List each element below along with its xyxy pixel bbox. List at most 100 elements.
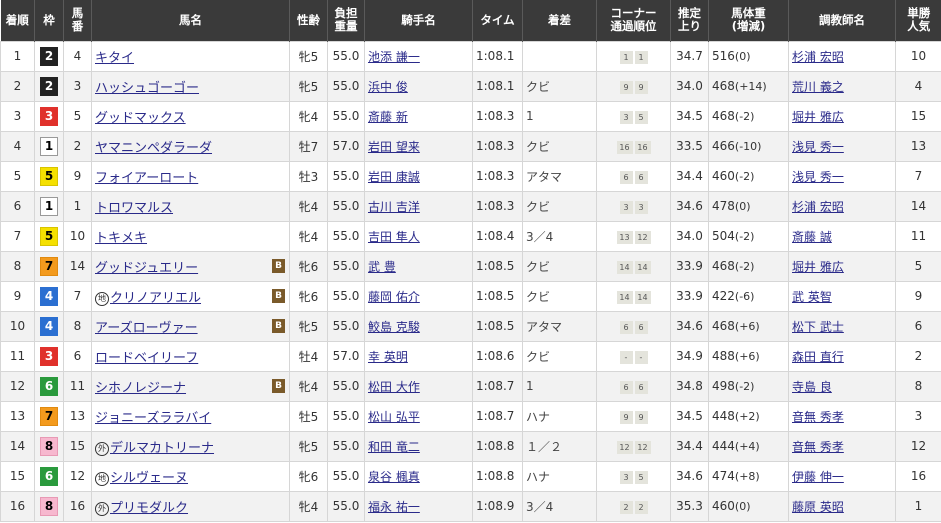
corner-position: 9 xyxy=(619,410,633,424)
ninki-cell: 10 xyxy=(895,40,941,72)
trainer-link[interactable]: 杉浦 宏昭 xyxy=(792,200,844,214)
corner-position: 3 xyxy=(634,200,648,214)
trainer-link[interactable]: 藤原 英昭 xyxy=(792,500,844,514)
trainer-link[interactable]: 堀井 雅広 xyxy=(792,260,844,274)
jockey-link[interactable]: 松山 弘平 xyxy=(368,410,420,424)
horse-name-cell: ロードベイリーフ xyxy=(91,340,290,372)
corner-position: - xyxy=(634,350,648,364)
horse-name-link[interactable]: デルマカトリーナ xyxy=(110,441,214,456)
sex-age-cell: 牝6 xyxy=(289,250,328,282)
jockey-link[interactable]: 岩田 康誠 xyxy=(368,170,420,184)
agari-cell: 34.0 xyxy=(670,220,709,252)
jockey-link[interactable]: 泉谷 楓真 xyxy=(368,470,420,484)
horse-name-link[interactable]: クリノアリエル xyxy=(110,291,201,306)
corner-cell: 12 12 xyxy=(596,430,671,462)
horse-name-link[interactable]: プリモダルク xyxy=(110,501,188,516)
trainer-link[interactable]: 武 英智 xyxy=(792,290,832,304)
jockey-link[interactable]: 福永 祐一 xyxy=(368,500,420,514)
trainer-link[interactable]: 音無 秀孝 xyxy=(792,440,844,454)
horse-name-link[interactable]: グッドジュエリー xyxy=(95,261,198,276)
trainer-link[interactable]: 森田 直行 xyxy=(792,350,844,364)
horse-name-link[interactable]: トキメキ xyxy=(95,231,147,246)
trainer-link[interactable]: 浅見 秀一 xyxy=(792,140,844,154)
weight-cell: 55.0 xyxy=(327,460,365,492)
trainer-link[interactable]: 斎藤 誠 xyxy=(792,230,832,244)
horse-name-cell: グッドマックス xyxy=(91,100,290,132)
jockey-cell: 和田 竜二 xyxy=(364,430,473,462)
table-row: 15 6 12 地シルヴェーヌ 牝6 55.0 泉谷 楓真 1:08.8 ハナ 3 5 34.6 474… xyxy=(0,460,941,492)
weight-cell: 55.0 xyxy=(327,100,365,132)
jockey-link[interactable]: 幸 英明 xyxy=(368,350,408,364)
agari-cell: 34.8 xyxy=(670,370,709,402)
header-ninki[interactable]: 単勝 人気 xyxy=(895,0,941,41)
header-time[interactable]: タイム xyxy=(472,0,523,41)
trainer-link[interactable]: 伊藤 伸一 xyxy=(792,470,844,484)
trainer-link[interactable]: 寺島 良 xyxy=(792,380,832,394)
trainer-link[interactable]: 松下 武士 xyxy=(792,320,844,334)
horse-name-link[interactable]: アーズローヴァー xyxy=(95,321,198,336)
header-sex-age[interactable]: 性齢 xyxy=(289,0,328,41)
origin-mark-icon: 外 xyxy=(95,441,109,456)
trainer-link[interactable]: 音無 秀孝 xyxy=(792,410,844,424)
horse-name-link[interactable]: トロワマルス xyxy=(95,201,173,216)
table-row: 12 6 11 シホノレジーナ B 牝4 55.0 松田 大作 1:08.7 1 6 6 34.8 498… xyxy=(0,370,941,402)
blinker-icon: B xyxy=(272,258,285,273)
trainer-link[interactable]: 杉浦 宏昭 xyxy=(792,50,844,64)
body-weight-cell: 422(-6) xyxy=(708,280,789,312)
trainer-link[interactable]: 浅見 秀一 xyxy=(792,170,844,184)
horse-name-link[interactable]: シホノレジーナ xyxy=(95,381,186,396)
table-row: 4 1 2 ヤマニンペダラーダ 牡7 57.0 岩田 望来 1:08.3 クビ 16 16 33.5 4… xyxy=(0,130,941,162)
horse-name-cell: 地シルヴェーヌ xyxy=(91,460,290,492)
header-horse-name[interactable]: 馬名 xyxy=(91,0,290,41)
rank-cell: 7 xyxy=(0,220,35,252)
jockey-link[interactable]: 松田 大作 xyxy=(368,380,420,394)
horse-name-link[interactable]: フォイアーロート xyxy=(95,171,198,186)
header-waku[interactable]: 枠 xyxy=(34,0,64,41)
blinker-icon: B xyxy=(272,288,285,303)
horse-name-link[interactable]: ロードベイリーフ xyxy=(95,351,198,366)
agari-cell: 34.5 xyxy=(670,400,709,432)
horse-name-link[interactable]: ジョニーズララバイ xyxy=(95,411,211,426)
agari-cell: 34.9 xyxy=(670,340,709,372)
horse-name-link[interactable]: ヤマニンペダラーダ xyxy=(95,141,212,156)
umaban-cell: 8 xyxy=(63,310,92,342)
jockey-link[interactable]: 鮫島 克駿 xyxy=(368,320,420,334)
header-trainer[interactable]: 調教師名 xyxy=(788,0,896,41)
horse-name-link[interactable]: シルヴェーヌ xyxy=(110,471,188,486)
jockey-link[interactable]: 池添 謙一 xyxy=(368,50,420,64)
header-body-weight[interactable]: 馬体重 (増減) xyxy=(708,0,789,41)
header-rank[interactable]: 着順 xyxy=(0,0,35,41)
jockey-link[interactable]: 浜中 俊 xyxy=(368,80,408,94)
header-corner[interactable]: コーナー 通過順位 xyxy=(596,0,671,41)
header-jockey[interactable]: 騎手名 xyxy=(364,0,473,41)
horse-name-link[interactable]: キタイ xyxy=(95,51,134,66)
horse-name-link[interactable]: グッドマックス xyxy=(95,111,186,126)
rank-cell: 2 xyxy=(0,70,35,102)
corner-position: 9 xyxy=(634,80,648,94)
time-cell: 1:08.5 xyxy=(472,250,523,282)
header-margin[interactable]: 着差 xyxy=(522,0,597,41)
horse-name-link[interactable]: ハッシュゴーゴー xyxy=(95,81,199,96)
jockey-link[interactable]: 斎藤 新 xyxy=(368,110,408,124)
agari-cell: 33.9 xyxy=(670,280,709,312)
trainer-link[interactable]: 堀井 雅広 xyxy=(792,110,844,124)
margin-cell: アタマ xyxy=(522,160,597,192)
time-cell: 1:08.7 xyxy=(472,370,523,402)
weight-cell: 55.0 xyxy=(327,250,365,282)
body-weight-cell: 460(-2) xyxy=(708,160,789,192)
body-weight-cell: 466(-10) xyxy=(708,130,789,162)
trainer-link[interactable]: 荒川 義之 xyxy=(792,80,844,94)
jockey-link[interactable]: 武 豊 xyxy=(368,260,396,274)
waku-cell: 2 xyxy=(34,70,64,102)
jockey-link[interactable]: 古川 吉洋 xyxy=(368,200,420,214)
corner-position: 3 xyxy=(619,200,633,214)
jockey-link[interactable]: 和田 竜二 xyxy=(368,440,420,454)
jockey-link[interactable]: 岩田 望来 xyxy=(368,140,420,154)
header-agari[interactable]: 推定 上り xyxy=(670,0,709,41)
waku-badge: 8 xyxy=(40,496,58,516)
header-umaban[interactable]: 馬番 xyxy=(63,0,92,41)
jockey-link[interactable]: 藤岡 佑介 xyxy=(368,290,420,304)
header-weight[interactable]: 負担 重量 xyxy=(327,0,365,41)
body-weight-cell: 448(+2) xyxy=(708,400,789,432)
jockey-link[interactable]: 吉田 隼人 xyxy=(368,230,420,244)
